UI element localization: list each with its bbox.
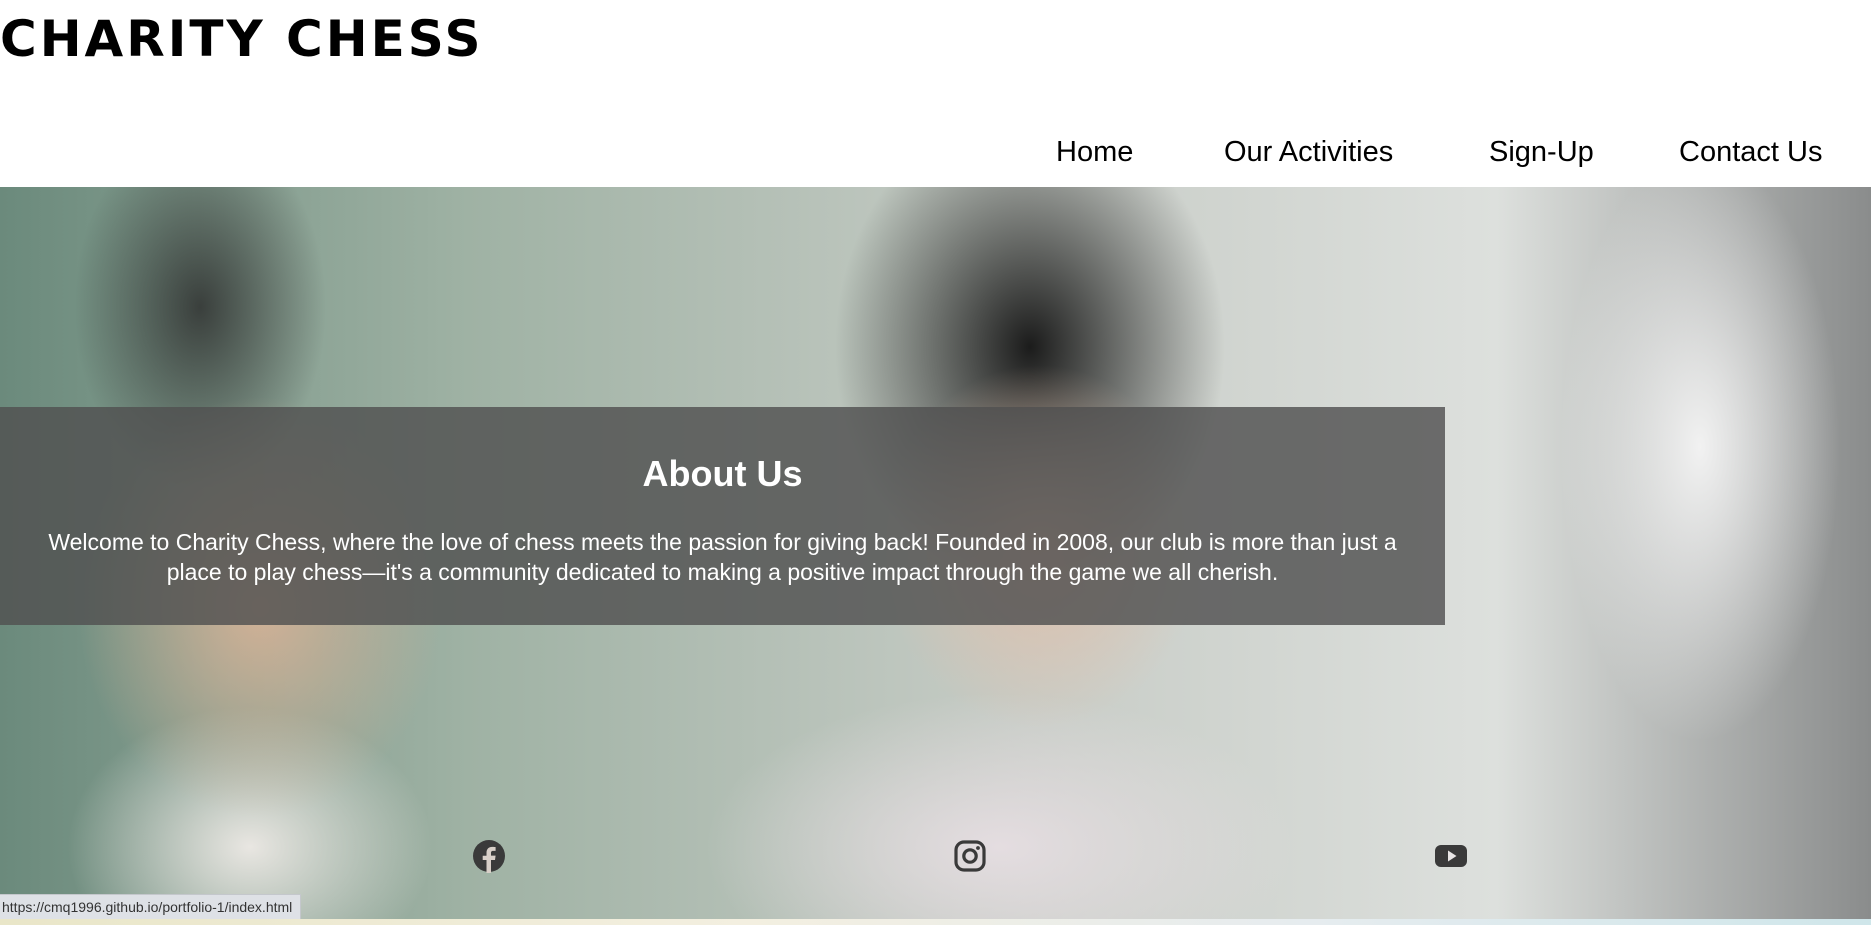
browser-status-url: https://cmq1996.github.io/portfolio-1/in… — [0, 894, 302, 921]
facebook-icon[interactable] — [472, 839, 506, 873]
nav-contact-us-link[interactable]: Contact Us — [1679, 134, 1822, 170]
bottom-edge-strip — [0, 919, 1871, 925]
nav-sign-up-link[interactable]: Sign-Up — [1489, 134, 1594, 170]
about-us-panel: About Us Welcome to Charity Chess, where… — [0, 407, 1445, 625]
site-header: CHARITY CHESS Home Our Activities Sign-U… — [0, 0, 1871, 187]
about-us-title: About Us — [642, 453, 803, 494]
nav-home-link[interactable]: Home — [1056, 134, 1133, 170]
hero-section: About Us Welcome to Charity Chess, where… — [0, 187, 1871, 925]
about-us-text: Welcome to Charity Chess, where the love… — [48, 529, 1397, 585]
instagram-icon[interactable] — [953, 839, 987, 873]
site-logo[interactable]: CHARITY CHESS — [0, 10, 484, 68]
youtube-icon[interactable] — [1434, 839, 1468, 873]
nav-our-activities-link[interactable]: Our Activities — [1224, 134, 1393, 170]
